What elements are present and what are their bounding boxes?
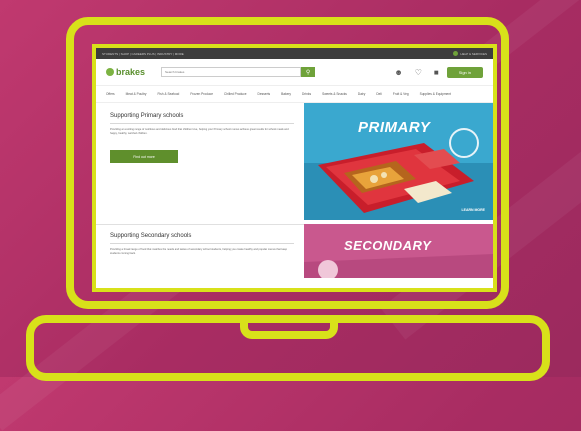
primary-hero-image[interactable]: PRIMARY LEARN MORE xyxy=(304,103,493,220)
user-icon[interactable]: ☻ xyxy=(394,68,402,77)
nav-item[interactable]: Supplies & Equipment xyxy=(420,92,451,96)
nav-item[interactable]: Desserts xyxy=(258,92,271,96)
logo-mark-icon xyxy=(106,68,114,76)
logo-text: brakes xyxy=(116,67,146,77)
nav-item[interactable]: Fish & Seafood xyxy=(158,92,180,96)
search-bar: ⚲ xyxy=(161,67,316,77)
nav-item[interactable]: Chilled Produce xyxy=(224,92,247,96)
topbar-links[interactable]: STUDENTS | SHOP | CAREERS PLUS | INDUSTR… xyxy=(102,52,184,56)
search-input[interactable] xyxy=(161,67,302,77)
nav-item[interactable]: Fruit & Veg xyxy=(393,92,409,96)
secondary-card: Supporting Secondary schools Providing a… xyxy=(96,233,308,256)
site-topbar: STUDENTS | SHOP | CAREERS PLUS | INDUSTR… xyxy=(96,48,493,59)
nav-item[interactable]: Bakery xyxy=(281,92,291,96)
nav-item[interactable]: Deli xyxy=(376,92,382,96)
section-divider xyxy=(96,224,308,225)
secondary-hero-label: SECONDARY xyxy=(344,238,432,253)
site-header: brakes ⚲ ☻ ♡ ■ Sign in xyxy=(96,59,493,86)
nav-item[interactable]: Offers xyxy=(106,92,115,96)
nav-item[interactable]: Dairy xyxy=(358,92,365,96)
nav-item[interactable]: Sweets & Snacks xyxy=(322,92,347,96)
help-link[interactable]: HELP & SERVICES xyxy=(460,52,487,56)
nav-item[interactable]: Meat & Poultry xyxy=(126,92,147,96)
truck-icon[interactable]: ■ xyxy=(434,68,439,77)
primary-card: Supporting Primary schools Providing an … xyxy=(96,113,308,163)
hero-learn-more: LEARN MORE xyxy=(461,208,485,212)
secondary-hero-image[interactable]: SECONDARY xyxy=(304,224,493,278)
search-icon[interactable]: ⚲ xyxy=(301,67,316,77)
secondary-title: Supporting Secondary schools xyxy=(110,233,192,239)
signin-button[interactable]: Sign in xyxy=(446,66,483,78)
title-divider xyxy=(110,243,294,244)
nav-item[interactable]: Frozen Produce xyxy=(190,92,213,96)
find-out-more-button[interactable]: Find out more xyxy=(110,150,178,163)
secondary-text: Providing a broad range of food that mat… xyxy=(110,248,288,255)
brakes-logo[interactable]: brakes xyxy=(106,67,145,77)
nav-item[interactable]: Drinks xyxy=(302,92,311,96)
primary-text: Providing an exciting range of nutritiou… xyxy=(110,128,289,135)
category-nav: Offers Meat & Poultry Fish & Seafood Fro… xyxy=(96,86,493,103)
laptop-screen: STUDENTS | SHOP | CAREERS PLUS | INDUSTR… xyxy=(92,44,497,292)
title-divider xyxy=(110,123,294,124)
laptop-notch xyxy=(240,315,338,339)
primary-title: Supporting Primary schools xyxy=(110,113,184,119)
page-content: Supporting Primary schools Providing an … xyxy=(96,103,493,278)
primary-hero-label: PRIMARY xyxy=(358,119,431,136)
heart-icon[interactable]: ♡ xyxy=(415,68,422,77)
help-icon xyxy=(453,51,459,56)
header-icons: ☻ ♡ ■ xyxy=(394,68,438,77)
